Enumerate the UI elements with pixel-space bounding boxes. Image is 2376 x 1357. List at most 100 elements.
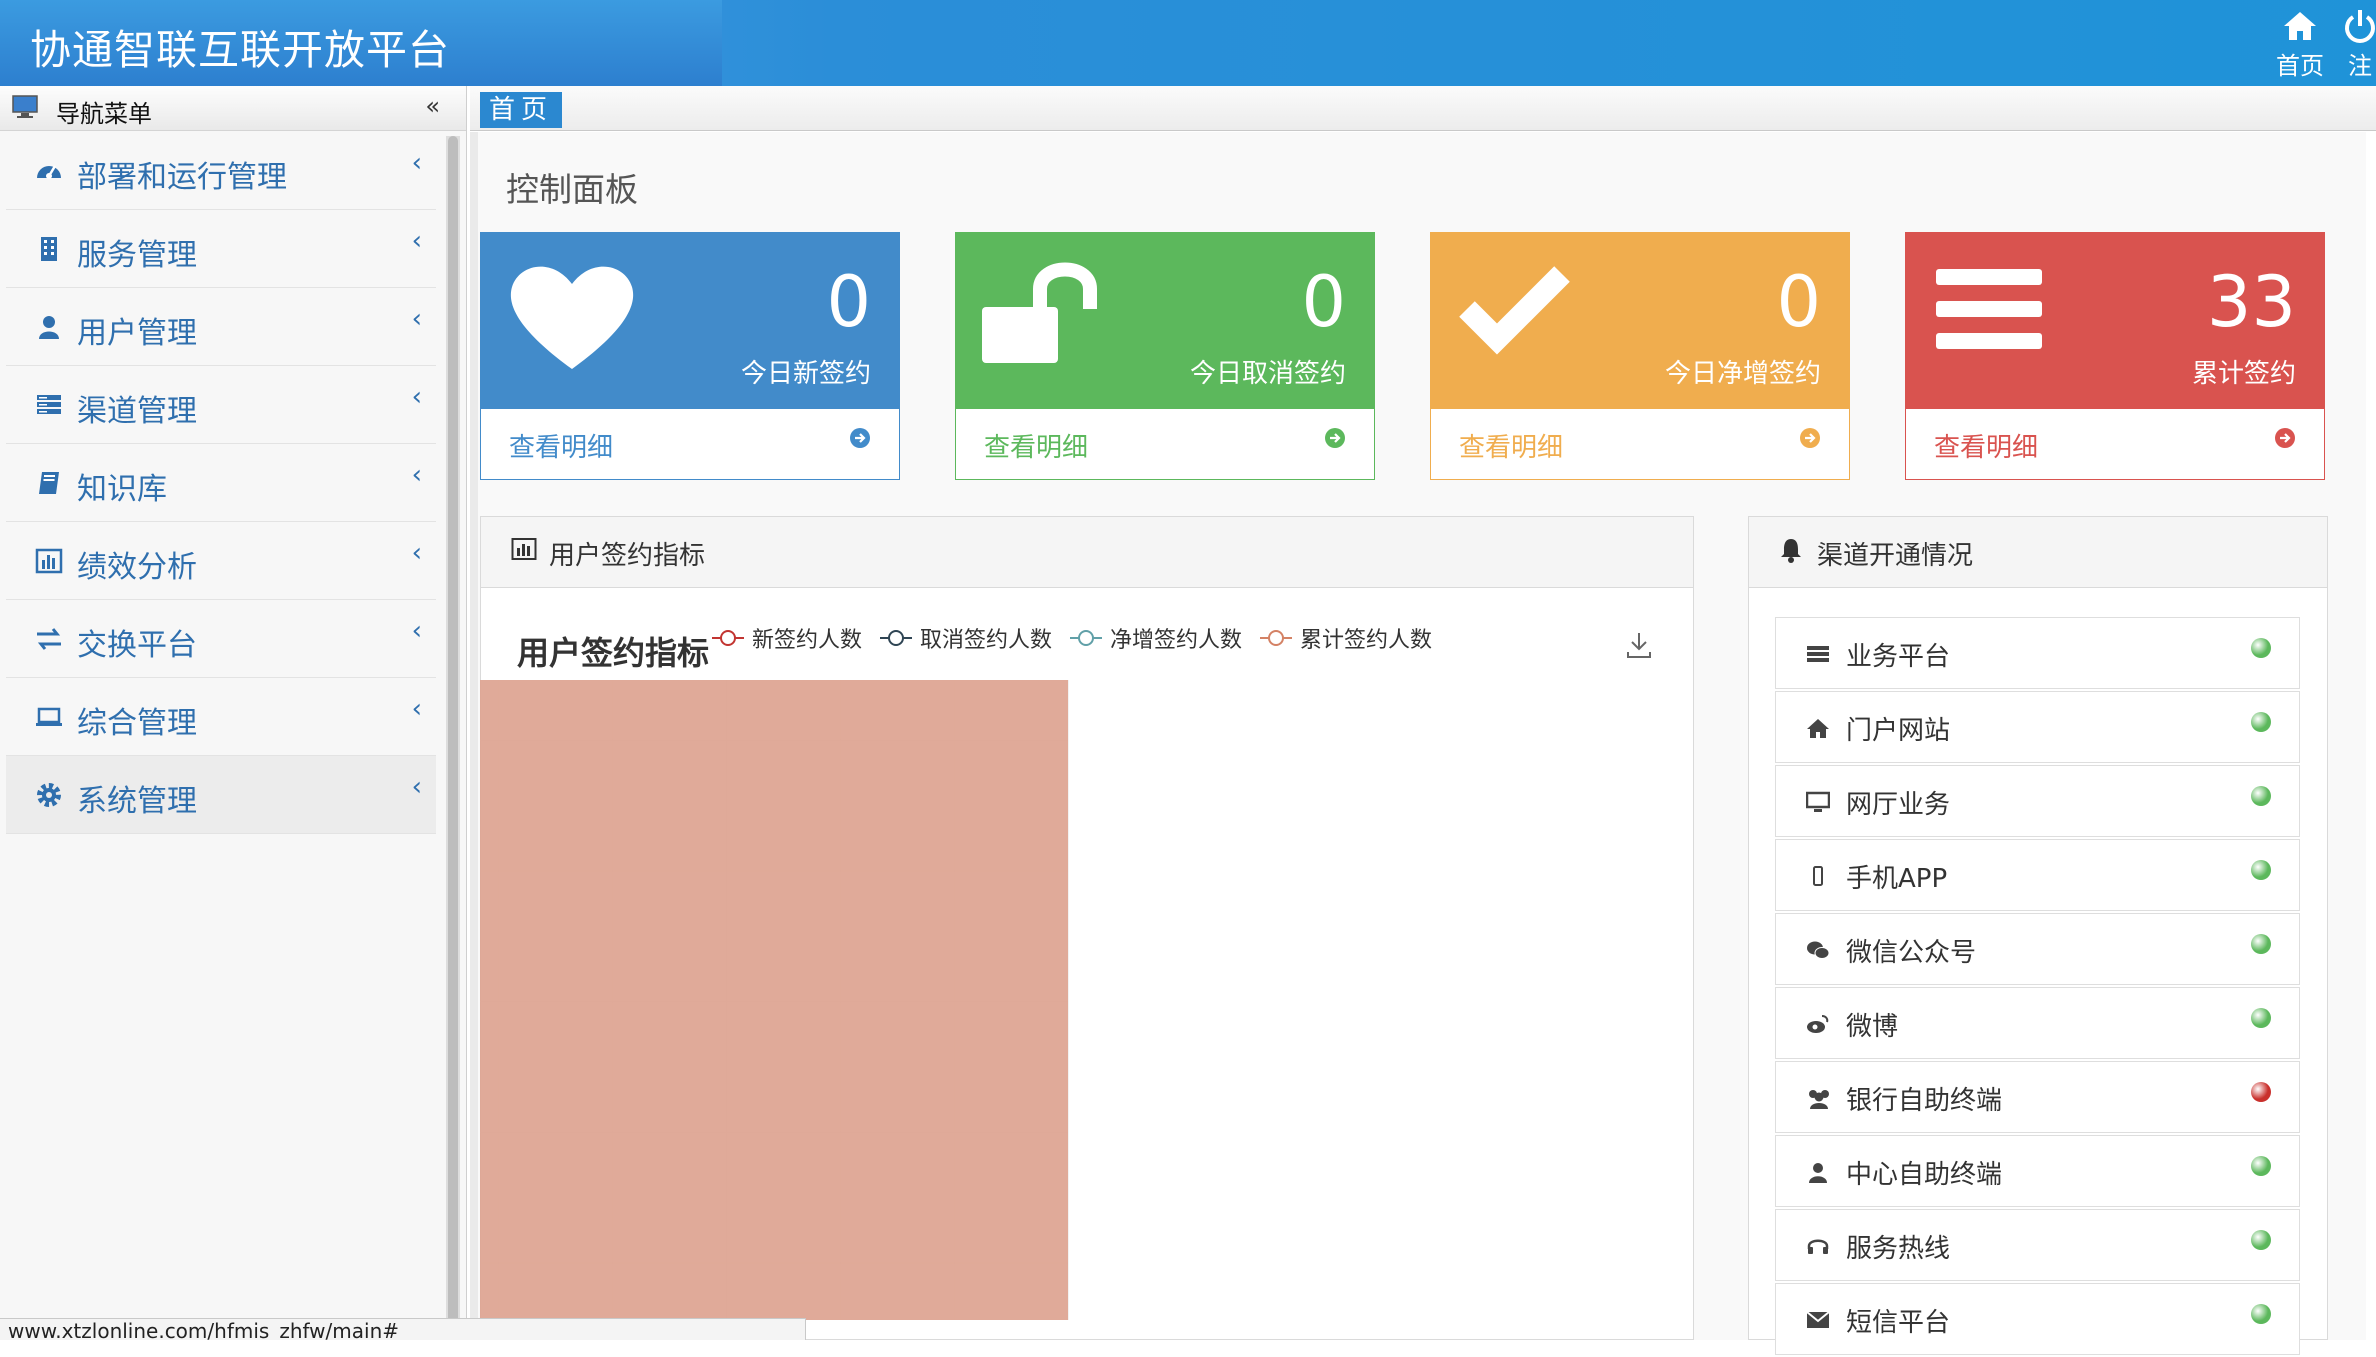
view-details-link[interactable]: 查看明细: [1934, 427, 2038, 464]
browser-status-bar: www.xtzlonline.com/hfmis_zhfw/main#: [0, 1318, 806, 1340]
channel-item[interactable]: 短信平台: [1775, 1283, 2300, 1355]
sidebar-item-label: 服务管理: [77, 238, 197, 273]
legend-label: 取消签约人数: [920, 628, 1053, 653]
laptop-icon: [34, 702, 64, 732]
status-dot: [2251, 1008, 2271, 1028]
collapse-button[interactable]: «: [425, 92, 440, 120]
sidebar-item-service[interactable]: 服务管理 ‹: [6, 210, 436, 288]
legend-item[interactable]: 取消签约人数: [880, 622, 1052, 654]
sidebar: 导航菜单 « 部署和运行管理 ‹ 服务管理 ‹ 用户管理 ‹ 渠道管理 ‹ 知识…: [0, 86, 467, 1340]
channel-item[interactable]: 微信公众号: [1775, 913, 2300, 985]
channel-label: 门户网站: [1846, 716, 1951, 746]
monitor-icon: [12, 95, 38, 123]
channel-label: 服务热线: [1846, 1234, 1951, 1264]
sidebar-item-label: 知识库: [77, 472, 167, 507]
channel-label: 手机APP: [1846, 864, 1948, 894]
mobile-icon: [1806, 864, 1830, 888]
channel-label: 短信平台: [1846, 1308, 1951, 1338]
stat-card-total: 33 累计签约 查看明细: [1905, 232, 2325, 480]
sidebar-item-label: 系统管理: [77, 784, 197, 819]
gear-icon: [34, 780, 64, 810]
view-details-link[interactable]: 查看明细: [509, 427, 613, 464]
weibo-icon: [1806, 1012, 1830, 1036]
chart-legend: 新签约人数 取消签约人数 净增签约人数 累计签约人数: [712, 622, 1450, 654]
channel-item[interactable]: 微博: [1775, 987, 2300, 1059]
status-dot: [2251, 1082, 2271, 1102]
status-dot: [2251, 712, 2271, 732]
user-icon: [1806, 1160, 1830, 1184]
stat-value: 0: [1301, 261, 1346, 343]
channel-panel-title: 渠道开通情况: [1817, 541, 1974, 571]
channel-item[interactable]: 手机APP: [1775, 839, 2300, 911]
arrow-circle-right-icon[interactable]: [849, 427, 871, 455]
chart-panel-header: 用户签约指标: [481, 517, 1693, 588]
status-dot: [2251, 934, 2271, 954]
status-dot: [2251, 1304, 2271, 1324]
tab-bar: 首页: [470, 86, 2376, 131]
server-icon: [1806, 642, 1830, 666]
channel-list: 业务平台 门户网站 网厅业务 手机APP 微信公众号 微博 银行自助终端 中心自…: [1775, 617, 2300, 1357]
chevron-left-icon: ‹: [411, 538, 422, 568]
headset-icon: [1806, 1234, 1830, 1258]
sidebar-item-label: 交换平台: [77, 628, 197, 663]
tab-home[interactable]: 首页: [480, 92, 563, 128]
view-details-link[interactable]: 查看明细: [1459, 427, 1563, 464]
sidebar-item-label: 综合管理: [77, 706, 197, 741]
area-fill: [480, 680, 1068, 1320]
chevron-left-icon: ‹: [411, 460, 422, 490]
channel-item[interactable]: 中心自助终端: [1775, 1135, 2300, 1207]
stat-label: 今日新签约: [740, 359, 871, 389]
channel-item[interactable]: 银行自助终端: [1775, 1061, 2300, 1133]
wechat-icon: [1806, 938, 1830, 962]
channel-item[interactable]: 业务平台: [1775, 617, 2300, 689]
view-details-link[interactable]: 查看明细: [984, 427, 1088, 464]
arrow-circle-right-icon[interactable]: [1799, 427, 1821, 455]
arrow-circle-right-icon[interactable]: [2274, 427, 2296, 455]
sidebar-item-users[interactable]: 用户管理 ‹: [6, 288, 436, 366]
legend-item[interactable]: 累计签约人数: [1260, 622, 1432, 654]
app-title: 协通智联互联开放平台: [30, 26, 450, 74]
chevron-left-icon: ‹: [411, 148, 422, 178]
sidebar-item-general[interactable]: 综合管理 ‹: [6, 678, 436, 756]
sidebar-item-system[interactable]: 系统管理 ‹: [6, 756, 436, 834]
book-icon: [34, 468, 64, 498]
chart-title: 用户签约指标: [517, 634, 710, 672]
sidebar-item-label: 渠道管理: [77, 394, 197, 429]
bar-chart-icon: [34, 546, 64, 576]
home-button[interactable]: 首页: [2276, 6, 2324, 81]
channel-label: 微信公众号: [1846, 938, 1977, 968]
channel-label: 网厅业务: [1846, 790, 1951, 820]
check-icon: [1457, 259, 1577, 363]
channel-item[interactable]: 网厅业务: [1775, 765, 2300, 837]
legend-item[interactable]: 新签约人数: [712, 622, 862, 654]
sidebar-item-label: 绩效分析: [77, 550, 197, 585]
download-icon[interactable]: [1624, 630, 1654, 664]
stat-card-cancel: 0 今日取消签约 查看明细: [955, 232, 1375, 480]
home-icon: [1806, 716, 1830, 740]
arrow-circle-right-icon[interactable]: [1324, 427, 1346, 455]
sidebar-scrollbar[interactable]: [446, 136, 460, 1340]
top-header: 协通智联互联开放平台 首页 注销: [0, 0, 2376, 115]
sidebar-item-channels[interactable]: 渠道管理 ‹: [6, 366, 436, 444]
sidebar-item-exchange[interactable]: 交换平台 ‹: [6, 600, 436, 678]
users-icon: [1806, 1086, 1830, 1110]
legend-item[interactable]: 净增签约人数: [1070, 622, 1242, 654]
user-icon: [34, 312, 64, 342]
stat-label: 今日取消签约: [1189, 359, 1346, 389]
list-icon: [1932, 259, 2046, 363]
area-chart: 353025201510532323333333333: [480, 680, 1069, 1320]
sidebar-item-label: 部署和运行管理: [77, 160, 287, 195]
heart-icon: [507, 259, 637, 377]
sidebar-item-deploy[interactable]: 部署和运行管理 ‹: [6, 132, 436, 210]
channel-item[interactable]: 服务热线: [1775, 1209, 2300, 1281]
desktop-icon: [1805, 790, 1831, 814]
sidebar-header: 导航菜单 «: [0, 86, 466, 131]
home-label: 首页: [2276, 52, 2324, 80]
legend-label: 累计签约人数: [1300, 628, 1433, 653]
scrollbar-thumb[interactable]: [448, 136, 458, 1340]
stat-card-top: 0 今日新签约: [481, 233, 899, 409]
sidebar-item-knowledge[interactable]: 知识库 ‹: [6, 444, 436, 522]
sidebar-item-performance[interactable]: 绩效分析 ‹: [6, 522, 436, 600]
page-title: 控制面板: [506, 170, 638, 209]
channel-item[interactable]: 门户网站: [1775, 691, 2300, 763]
